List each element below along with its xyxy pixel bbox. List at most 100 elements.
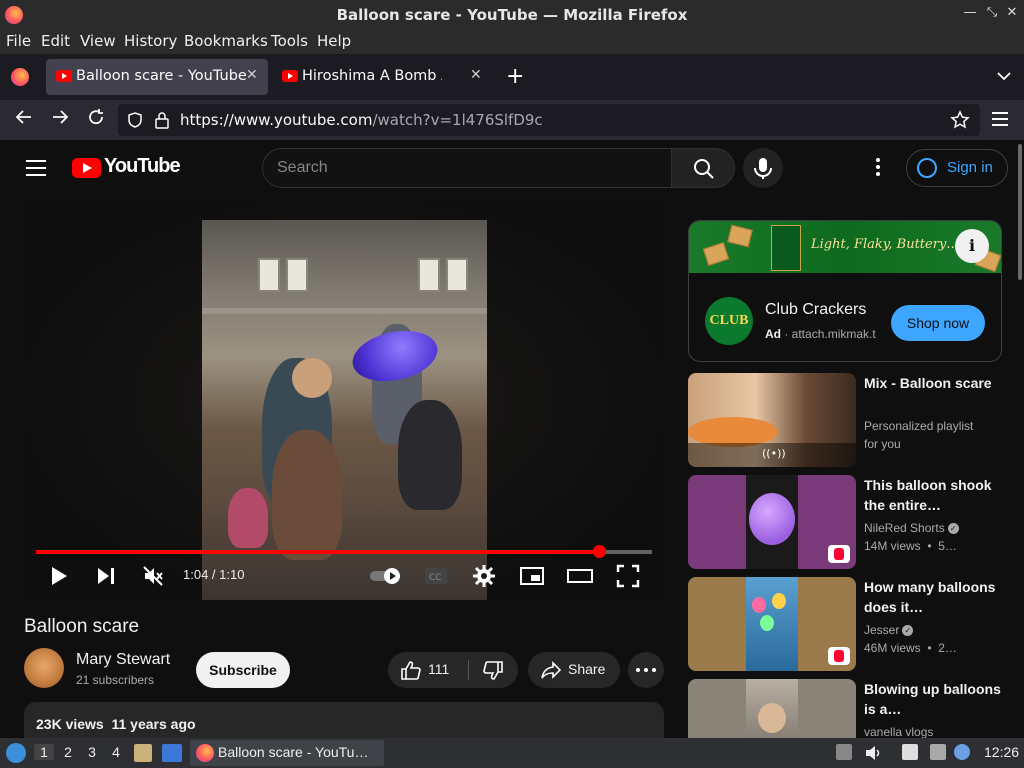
recommendation-item[interactable]: ((•)) Mix - Balloon scare Personalized p… (688, 373, 1018, 467)
play-icon[interactable] (50, 566, 68, 590)
ad-title[interactable]: Club Crackers (765, 301, 866, 319)
dislike-button[interactable] (482, 661, 504, 684)
back-icon[interactable] (12, 108, 36, 131)
address-bar[interactable]: https://www.youtube.com/watch?v=1l476Slf… (118, 104, 980, 136)
search-input[interactable] (277, 157, 657, 179)
menu-tools[interactable]: Tools (271, 32, 308, 50)
voice-search-button[interactable] (743, 148, 783, 188)
cracker-image (727, 224, 753, 248)
page-scrollbar[interactable] (1016, 140, 1024, 738)
recommendation-title[interactable]: This balloon shook the entire… (864, 475, 1004, 515)
ad-info-icon[interactable]: i (955, 229, 989, 263)
forward-icon[interactable] (48, 108, 72, 131)
menu-file[interactable]: File (6, 32, 31, 50)
shield-icon[interactable] (126, 111, 144, 133)
desktop-icon[interactable] (162, 744, 182, 762)
restore-icon[interactable]: ⤡ (984, 5, 1000, 21)
lock-icon[interactable] (154, 111, 170, 133)
search-button[interactable] (671, 148, 735, 188)
new-tab-icon[interactable]: + (506, 64, 524, 89)
channel-avatar[interactable] (24, 648, 64, 688)
like-button[interactable] (400, 660, 422, 683)
tray-up-arrow-icon[interactable] (836, 744, 852, 760)
shop-now-button[interactable]: Shop now (891, 305, 985, 341)
search-box[interactable] (262, 148, 672, 188)
tab-close-icon[interactable]: ✕ (470, 67, 482, 83)
settings-more-icon[interactable] (870, 158, 886, 178)
settings-gear-icon[interactable] (472, 564, 496, 592)
recommendation-channel[interactable]: NileRed Shorts ✓ (864, 519, 1004, 537)
sign-in-button[interactable]: Sign in (906, 149, 1008, 187)
menu-help[interactable]: Help (317, 32, 351, 50)
youtube-logo-icon[interactable] (72, 158, 101, 178)
recommendation-thumbnail[interactable] (688, 577, 856, 671)
desktop-taskbar: 1 2 3 4 Balloon scare - YouTu… 12:26 (0, 738, 1024, 768)
time-display: 1:04 / 1:10 (183, 567, 245, 582)
network-icon[interactable] (930, 744, 946, 760)
channel-name[interactable]: Mary Stewart (76, 651, 170, 669)
description-box[interactable]: 23K views 11 years ago (24, 702, 664, 738)
minimize-icon[interactable]: — (962, 5, 978, 21)
recommendation-item[interactable]: How many balloons does it… Jesser ✓ 46M v… (688, 577, 1018, 671)
ad-banner[interactable]: Light, Flaky, Buttery… i (689, 221, 1001, 273)
firefox-view-icon[interactable] (11, 68, 29, 86)
tab-label: Hiroshima A Bomb Attack (302, 68, 442, 84)
miniplayer-icon[interactable] (520, 566, 544, 590)
muted-volume-icon[interactable] (142, 565, 164, 591)
workspace-3[interactable]: 3 (82, 744, 102, 760)
workspace-1[interactable]: 1 (34, 744, 54, 760)
start-menu-icon[interactable] (6, 743, 26, 763)
tab-hiroshima[interactable]: Hiroshima A Bomb Attack ✕ (272, 59, 494, 95)
ad-card[interactable]: Light, Flaky, Buttery… i CLUB Club Crack… (688, 220, 1002, 362)
subscribe-button[interactable]: Subscribe (196, 652, 290, 688)
recommendation-title[interactable]: Blowing up balloons is a… (864, 679, 1004, 719)
recommendation-channel[interactable]: vanella vlogs (864, 723, 1004, 738)
volume-icon[interactable] (864, 744, 882, 765)
menu-edit[interactable]: Edit (41, 32, 70, 50)
navigation-bar: https://www.youtube.com/watch?v=1l476Slf… (0, 100, 1024, 140)
recommendation-channel[interactable]: Jesser ✓ (864, 621, 1004, 639)
clipboard-icon[interactable] (902, 744, 918, 760)
close-icon[interactable]: ✕ (1004, 5, 1020, 21)
recommendation-title[interactable]: Mix - Balloon scare (864, 373, 1004, 393)
like-count[interactable]: 111 (428, 661, 449, 677)
menu-history[interactable]: History (124, 32, 177, 50)
notification-icon[interactable] (954, 744, 970, 760)
recommendation-title[interactable]: How many balloons does it… (864, 577, 1004, 617)
menu-view[interactable]: View (80, 32, 116, 50)
recommendation-item[interactable]: This balloon shook the entire… NileRed S… (688, 475, 1018, 569)
video-frame[interactable] (202, 220, 487, 600)
shorts-icon (828, 647, 850, 665)
app-menu-icon[interactable] (992, 112, 1008, 126)
progress-scrubber-handle[interactable] (593, 545, 607, 558)
share-button[interactable]: Share (528, 652, 620, 688)
taskbar-window-firefox[interactable]: Balloon scare - YouTu… (190, 740, 384, 766)
more-actions-button[interactable] (628, 652, 664, 688)
list-tabs-chevron-icon[interactable] (996, 68, 1012, 84)
recommendation-thumbnail[interactable]: ((•)) (688, 373, 856, 467)
recommendation-item[interactable]: Blowing up balloons is a… vanella vlogs (688, 679, 1018, 738)
theater-mode-icon[interactable] (567, 566, 593, 590)
subtitles-cc-icon[interactable]: CC (424, 566, 448, 590)
recommendation-thumbnail[interactable] (688, 679, 856, 738)
progress-bar[interactable] (36, 545, 652, 558)
fullscreen-icon[interactable] (616, 564, 640, 592)
verified-icon: ✓ (902, 625, 914, 637)
next-icon[interactable] (96, 566, 116, 590)
reload-icon[interactable] (84, 108, 108, 131)
scrollbar-thumb[interactable] (1018, 144, 1022, 280)
tab-close-icon[interactable]: ✕ (246, 67, 258, 83)
autoplay-toggle[interactable] (368, 566, 404, 590)
file-manager-icon[interactable] (134, 744, 152, 762)
workspace-2[interactable]: 2 (58, 744, 78, 760)
guide-menu-icon[interactable] (26, 160, 46, 176)
progress-played (36, 550, 600, 554)
bookmark-star-icon[interactable] (950, 110, 970, 134)
youtube-logo-text[interactable]: YouTube (104, 155, 181, 178)
tab-balloon-scare[interactable]: Balloon scare - YouTube ✕ (46, 59, 268, 95)
balloon-shape (772, 593, 786, 609)
menu-bookmarks[interactable]: Bookmarks (184, 32, 268, 50)
video-player[interactable]: 1:04 / 1:10 CC (24, 198, 664, 600)
recommendation-thumbnail[interactable] (688, 475, 856, 569)
workspace-4[interactable]: 4 (106, 744, 126, 760)
